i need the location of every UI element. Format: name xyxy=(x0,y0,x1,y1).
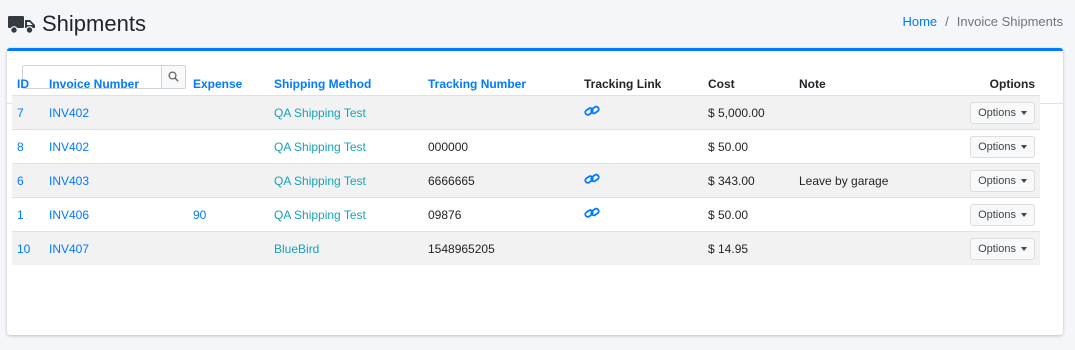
tracking-link-cell xyxy=(579,163,703,198)
cost: $ 14.95 xyxy=(703,231,794,265)
cost: $ 50.00 xyxy=(703,129,794,164)
tracking-link-cell xyxy=(579,197,703,232)
tracking-link-cell xyxy=(579,231,703,265)
tracking-number: 6666665 xyxy=(423,163,579,198)
options-cell: Options xyxy=(947,197,1040,232)
options-dropdown-button[interactable]: Options xyxy=(970,203,1035,226)
table-header-row: ID Invoice Number Expense Shipping Metho… xyxy=(12,73,1040,96)
page-heading: Shipments xyxy=(42,11,146,36)
tracking-link-cell xyxy=(579,95,703,130)
options-cell: Options xyxy=(947,95,1040,130)
column-header-options: Options xyxy=(989,77,1035,91)
truck-icon xyxy=(8,13,36,35)
shipments-table: ID Invoice Number Expense Shipping Metho… xyxy=(12,73,1040,265)
breadcrumb-current: Invoice Shipments xyxy=(956,14,1063,29)
column-header-note: Note xyxy=(799,77,826,91)
tracking-link-icon[interactable] xyxy=(584,173,600,185)
column-header-shipping-method[interactable]: Shipping Method xyxy=(269,73,423,96)
table-row: 6 INV403 QA Shipping Test 6666665 $ 343.… xyxy=(12,163,1040,198)
page-header: Shipments Home / Invoice Shipments xyxy=(0,0,1075,48)
options-dropdown-button[interactable]: Options xyxy=(970,169,1035,192)
tracking-link-cell xyxy=(579,129,703,164)
shipment-id-link[interactable]: 8 xyxy=(12,129,44,164)
column-header-cost: Cost xyxy=(708,77,735,91)
tracking-number xyxy=(423,95,579,130)
shipping-method-link[interactable]: QA Shipping Test xyxy=(269,95,423,130)
table-row: 7 INV402 QA Shipping Test $ 5,000.00 Opt… xyxy=(12,95,1040,130)
note xyxy=(794,197,947,232)
tracking-number: 1548965205 xyxy=(423,231,579,265)
expense-link[interactable] xyxy=(188,163,269,198)
options-label: Options xyxy=(978,174,1016,187)
page-title: Shipments xyxy=(8,11,146,37)
column-header-id[interactable]: ID xyxy=(12,73,44,96)
table-row: 8 INV402 QA Shipping Test 000000 $ 50.00… xyxy=(12,129,1040,164)
shipment-id-link[interactable]: 6 xyxy=(12,163,44,198)
tracking-link-icon[interactable] xyxy=(584,207,600,219)
options-dropdown-button[interactable]: Options xyxy=(970,237,1035,260)
column-header-invoice-number[interactable]: Invoice Number xyxy=(44,73,188,96)
invoice-number-link[interactable]: INV406 xyxy=(44,197,188,232)
shipment-id-link[interactable]: 1 xyxy=(12,197,44,232)
expense-link[interactable] xyxy=(188,129,269,164)
options-dropdown-button[interactable]: Options xyxy=(970,135,1035,158)
expense-link[interactable] xyxy=(188,95,269,130)
options-label: Options xyxy=(978,208,1016,221)
caret-down-icon xyxy=(1021,246,1027,251)
tracking-number: 09876 xyxy=(423,197,579,232)
breadcrumb: Home / Invoice Shipments xyxy=(902,14,1063,29)
shipment-id-link[interactable]: 7 xyxy=(12,95,44,130)
shipping-method-link[interactable]: BlueBird xyxy=(269,231,423,265)
caret-down-icon xyxy=(1021,144,1027,149)
tracking-number: 000000 xyxy=(423,129,579,164)
breadcrumb-separator: / xyxy=(945,14,949,29)
breadcrumb-home-link[interactable]: Home xyxy=(902,14,937,29)
invoice-number-link[interactable]: INV402 xyxy=(44,95,188,130)
options-label: Options xyxy=(978,140,1016,153)
options-dropdown-button[interactable]: Options xyxy=(970,101,1035,124)
note xyxy=(794,231,947,265)
expense-link[interactable]: 90 xyxy=(188,197,269,232)
column-header-tracking-number[interactable]: Tracking Number xyxy=(423,73,579,96)
options-label: Options xyxy=(978,242,1016,255)
shipping-method-link[interactable]: QA Shipping Test xyxy=(269,163,423,198)
caret-down-icon xyxy=(1021,212,1027,217)
invoice-number-link[interactable]: INV407 xyxy=(44,231,188,265)
options-label: Options xyxy=(978,106,1016,119)
options-cell: Options xyxy=(947,163,1040,198)
invoice-number-link[interactable]: INV403 xyxy=(44,163,188,198)
caret-down-icon xyxy=(1021,110,1027,115)
note xyxy=(794,95,947,130)
shipment-id-link[interactable]: 10 xyxy=(12,231,44,265)
cost: $ 50.00 xyxy=(703,197,794,232)
cost: $ 343.00 xyxy=(703,163,794,198)
invoice-number-link[interactable]: INV402 xyxy=(44,129,188,164)
note xyxy=(794,129,947,164)
options-cell: Options xyxy=(947,231,1040,265)
tracking-link-icon[interactable] xyxy=(584,105,600,117)
caret-down-icon xyxy=(1021,178,1027,183)
table-row: 1 INV406 90 QA Shipping Test 09876 $ 50.… xyxy=(12,197,1040,232)
cost: $ 5,000.00 xyxy=(703,95,794,130)
expense-link[interactable] xyxy=(188,231,269,265)
shipping-method-link[interactable]: QA Shipping Test xyxy=(269,197,423,232)
shipping-method-link[interactable]: QA Shipping Test xyxy=(269,129,423,164)
note: Leave by garage xyxy=(794,163,947,198)
options-cell: Options xyxy=(947,129,1040,164)
column-header-tracking-link: Tracking Link xyxy=(584,77,662,91)
column-header-expense[interactable]: Expense xyxy=(188,73,269,96)
table-row: 10 INV407 BlueBird 1548965205 $ 14.95 Op… xyxy=(12,231,1040,265)
